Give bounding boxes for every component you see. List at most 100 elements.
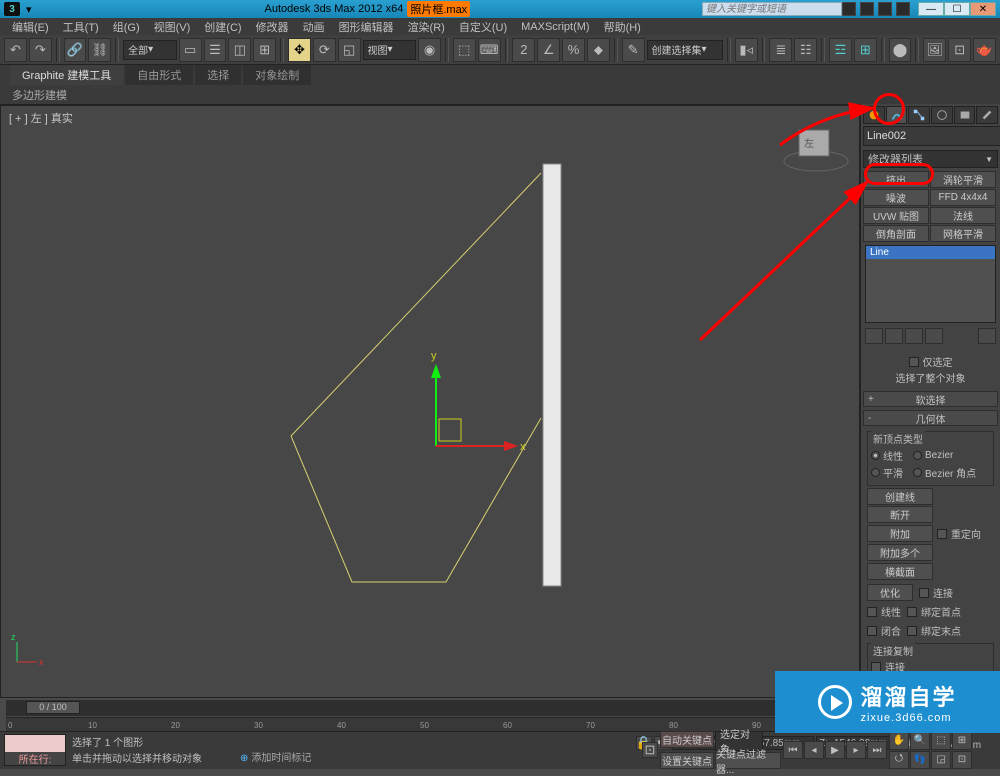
create-tab[interactable] — [863, 106, 885, 124]
close-check[interactable] — [867, 626, 877, 636]
edit-named-sel-button[interactable]: ✎ — [622, 38, 645, 62]
star-icon[interactable] — [878, 2, 892, 16]
snaps-percent-button[interactable]: % — [562, 38, 585, 62]
menu-animation[interactable]: 动画 — [297, 18, 331, 36]
modifier-stack[interactable]: Line — [865, 245, 996, 323]
goto-end-button[interactable]: ⏭ — [867, 741, 887, 759]
unlink-button[interactable]: ⛓ — [88, 38, 111, 62]
configure-mod-button[interactable] — [978, 328, 996, 344]
attach-button[interactable]: 附加 — [867, 525, 933, 542]
only-selected-check[interactable] — [909, 357, 919, 367]
mod-ffd-button[interactable]: FFD 4x4x4 — [930, 189, 996, 206]
isolate-icon[interactable]: ⊡ — [642, 742, 658, 758]
menu-views[interactable]: 视图(V) — [148, 18, 197, 36]
menu-edit[interactable]: 编辑(E) — [6, 18, 55, 36]
mod-turbosmooth-button[interactable]: 涡轮平滑 — [930, 171, 996, 188]
select-name-button[interactable]: ☰ — [204, 38, 227, 62]
goto-start-button[interactable]: ⏮ — [783, 741, 803, 759]
undo-button[interactable]: ↶ — [4, 38, 27, 62]
maximize-button[interactable]: ☐ — [944, 2, 970, 16]
menu-group[interactable]: 组(G) — [107, 18, 146, 36]
create-line-button[interactable]: 创建线 — [867, 488, 933, 505]
prev-frame-button[interactable]: ◂ — [804, 741, 824, 759]
bindend-check[interactable] — [907, 626, 917, 636]
pivot-center-button[interactable]: ◉ — [418, 38, 441, 62]
named-selection-set[interactable]: 创建选择集 ▾ — [647, 40, 723, 60]
keyboard-shortcut-button[interactable]: ⌨ — [478, 38, 501, 62]
mod-noise-button[interactable]: 噪波 — [863, 189, 929, 206]
menu-modifiers[interactable]: 修改器 — [250, 18, 295, 36]
ribbon-tab-objectpaint[interactable]: 对象绘制 — [243, 65, 311, 85]
show-end-result-button[interactable] — [885, 328, 903, 344]
render-setup-button[interactable]: 🖼 — [923, 38, 946, 62]
schematic-view-button[interactable]: ⊞ — [854, 38, 877, 62]
mod-meshsmooth-button[interactable]: 网格平滑 — [930, 225, 996, 242]
hierarchy-tab[interactable] — [908, 106, 930, 124]
nav-zoomall-button[interactable]: ⊞ — [952, 732, 972, 750]
selection-filter[interactable]: 全部 ▾ — [123, 40, 177, 60]
object-name-input[interactable] — [863, 126, 1000, 146]
time-slider-handle[interactable]: 0 / 100 — [26, 701, 80, 714]
mod-bevelprof-button[interactable]: 倒角剖面 — [863, 225, 929, 242]
reorient-check[interactable] — [937, 529, 947, 539]
help-icon[interactable] — [896, 2, 910, 16]
mod-extrude-button[interactable]: 挤出 — [863, 171, 929, 188]
make-unique-button[interactable] — [905, 328, 923, 344]
keyfilter-button[interactable]: 关键点过滤器... — [715, 752, 781, 769]
curve-editor-button[interactable]: ☲ — [829, 38, 852, 62]
nav-orbit-button[interactable]: ⭯ — [889, 751, 909, 769]
minimize-button[interactable]: — — [918, 2, 944, 16]
select-move-button[interactable]: ✥ — [288, 38, 311, 62]
select-region-button[interactable]: ◫ — [228, 38, 251, 62]
binoculars-icon[interactable] — [860, 2, 874, 16]
align-button[interactable]: ≣ — [769, 38, 792, 62]
object-line002[interactable] — [291, 173, 541, 582]
info-icon[interactable] — [842, 2, 856, 16]
move-gizmo[interactable]: y x — [431, 350, 526, 453]
display-tab[interactable] — [954, 106, 976, 124]
bindfirst-check[interactable] — [907, 607, 917, 617]
select-scale-button[interactable]: ◱ — [338, 38, 361, 62]
radio-smooth[interactable] — [871, 468, 880, 477]
utilities-tab[interactable] — [976, 106, 998, 124]
ribbon-tab-selection[interactable]: 选择 — [195, 65, 241, 85]
ribbon-tab-freeform[interactable]: 自由形式 — [125, 65, 193, 85]
viewcube[interactable]: 左 — [784, 130, 848, 171]
mirror-button[interactable]: ▮◃ — [735, 38, 758, 62]
connectcopy-check[interactable] — [871, 662, 881, 672]
mod-normal-button[interactable]: 法线 — [930, 207, 996, 224]
cross-section-button[interactable]: 横截面 — [867, 563, 933, 580]
ribbon-panel-label[interactable]: 多边形建模 — [0, 85, 1000, 104]
redo-button[interactable]: ↷ — [29, 38, 52, 62]
nav-zoom-button[interactable]: 🔍 — [910, 732, 930, 750]
remove-mod-button[interactable] — [925, 328, 943, 344]
menu-rendering[interactable]: 渲染(R) — [402, 18, 451, 36]
motion-tab[interactable] — [931, 106, 953, 124]
stack-item-line[interactable]: Line — [866, 246, 995, 259]
rendered-frame-button[interactable]: ⊡ — [948, 38, 971, 62]
app-logo[interactable]: 3 — [4, 2, 20, 16]
modify-tab[interactable] — [886, 106, 908, 124]
rollup-softsel-header[interactable]: +软选择 — [863, 391, 998, 407]
add-time-tag-button[interactable]: ⊕添加时间标记 — [240, 749, 311, 764]
viewport-left[interactable]: [ + ] 左 ] 真实 z x y x — [0, 105, 860, 698]
radio-linear[interactable] — [871, 451, 880, 460]
nav-fov-button[interactable]: ⬚ — [931, 732, 951, 750]
qat-icon[interactable]: ▾ — [26, 3, 32, 16]
nav-pan-button[interactable]: ✋ — [889, 732, 909, 750]
autokey-button[interactable]: 自动关键点 — [660, 731, 714, 748]
link-button[interactable]: 🔗 — [64, 38, 87, 62]
break-button[interactable]: 断开 — [867, 506, 933, 523]
maxscript-mini-listener[interactable]: 所在行: — [4, 734, 66, 766]
attach-mult-button[interactable]: 附加多个 — [867, 544, 933, 561]
material-editor-button[interactable]: ⬤ — [889, 38, 912, 62]
menu-create[interactable]: 创建(C) — [198, 18, 247, 36]
nav-other-button[interactable]: ⊡ — [952, 751, 972, 769]
mod-uvwmap-button[interactable]: UVW 贴图 — [863, 207, 929, 224]
snaps-angle-button[interactable]: ∠ — [537, 38, 560, 62]
help-search-input[interactable] — [702, 2, 842, 16]
menu-maxscript[interactable]: MAXScript(M) — [515, 20, 595, 34]
menu-help[interactable]: 帮助(H) — [598, 18, 647, 36]
menu-tools[interactable]: 工具(T) — [57, 18, 105, 36]
render-production-button[interactable]: 🫖 — [973, 38, 996, 62]
